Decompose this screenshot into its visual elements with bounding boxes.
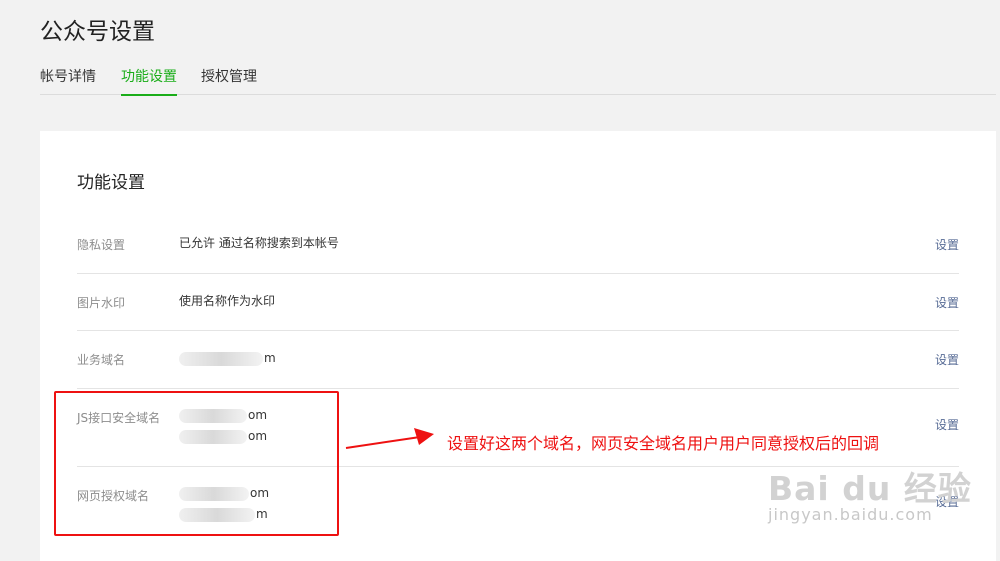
row-label: 隐私设置 — [77, 238, 126, 252]
tab-feature-settings[interactable]: 功能设置 — [121, 66, 177, 96]
setting-row-privacy: 隐私设置 已允许 通过名称搜索到本帐号 设置 — [77, 215, 959, 274]
annotation-text: 设置好这两个域名，网页安全域名用户用户同意授权后的回调 — [447, 434, 880, 453]
row-label: 业务域名 — [77, 353, 126, 367]
card-title: 功能设置 — [77, 173, 145, 193]
setting-row-watermark: 图片水印 使用名称作为水印 设置 — [77, 273, 959, 331]
row-value: 使用名称作为水印 — [179, 294, 276, 308]
baidu-jingyan-watermark-url: jingyan.baidu.com — [768, 505, 933, 524]
row-label: 图片水印 — [77, 296, 126, 310]
tab-bar: 帐号详情 功能设置 授权管理 — [40, 58, 996, 96]
privacy-settings-link[interactable]: 设置 — [935, 236, 959, 253]
redacted-domain — [179, 351, 263, 366]
js-domain-settings-link[interactable]: 设置 — [935, 416, 959, 433]
row-value: 已允许 通过名称搜索到本帐号 — [179, 236, 339, 250]
domain-suffix: m — [264, 351, 276, 365]
baidu-jingyan-watermark-logo: Bai du 经验 — [768, 469, 972, 508]
setting-row-business-domain: 业务域名 m 设置 — [77, 330, 959, 389]
row-value: m — [179, 348, 276, 369]
page-title: 公众号设置 — [40, 19, 155, 45]
tab-account-details[interactable]: 帐号详情 — [40, 66, 96, 86]
watermark-settings-link[interactable]: 设置 — [935, 294, 959, 311]
annotation-arrow-icon — [345, 428, 434, 449]
annotation-highlight-box — [54, 391, 339, 536]
tab-authorization[interactable]: 授权管理 — [201, 66, 257, 86]
business-domain-settings-link[interactable]: 设置 — [935, 351, 959, 368]
